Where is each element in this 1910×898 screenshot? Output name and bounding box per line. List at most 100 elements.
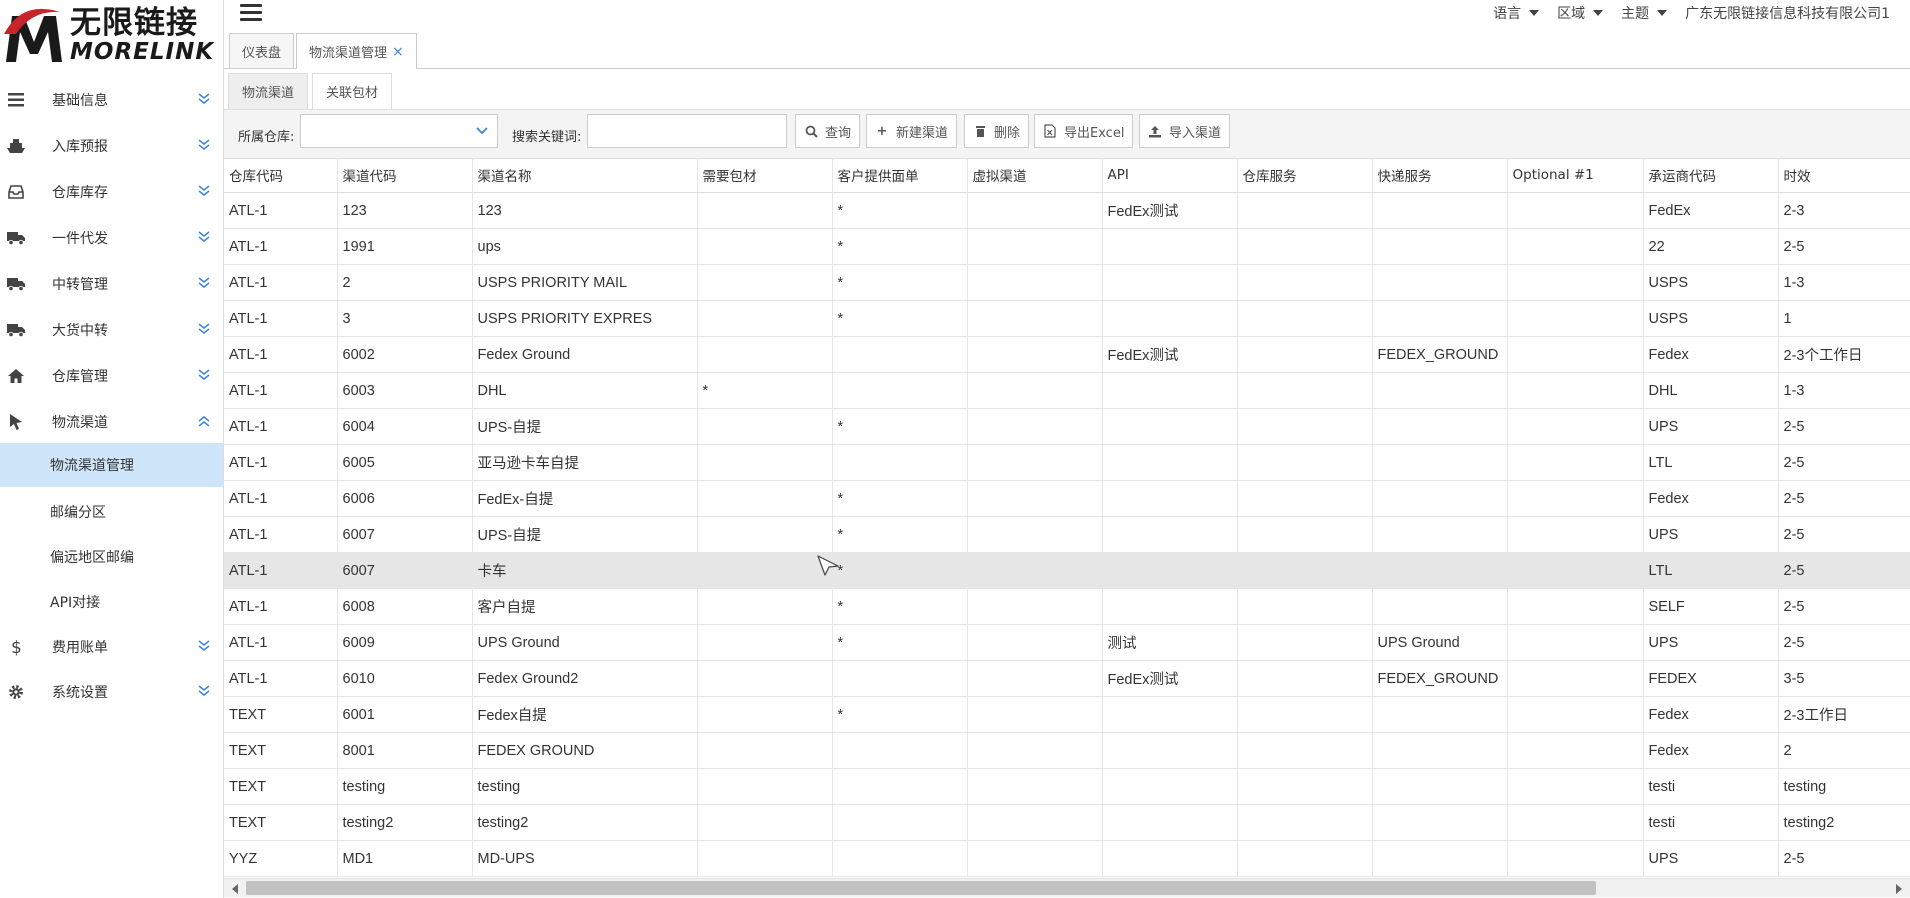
scroll-right-arrow-icon[interactable] xyxy=(1896,884,1902,894)
column-header[interactable]: 渠道名称 xyxy=(472,158,698,193)
table-cell xyxy=(697,624,833,661)
column-header[interactable]: 快递服务 xyxy=(1372,158,1508,193)
table-cell: FedEx测试 xyxy=(1102,192,1238,229)
table-cell xyxy=(1102,588,1238,625)
column-header[interactable]: 客户提供面单 xyxy=(832,158,968,193)
table-row[interactable]: ATL-1 3 USPS PRIORITY EXPRES * USPS 1 xyxy=(224,300,1910,337)
table-cell: Fedex xyxy=(1643,480,1779,517)
language-dropdown[interactable]: 语言 xyxy=(1493,3,1540,23)
table-cell xyxy=(967,660,1103,697)
table-row[interactable]: TEXT 6001 Fedex自提 * Fedex 2-3工作日 xyxy=(224,696,1910,733)
table-row[interactable]: ATL-1 6005 亚马逊卡车自提 LTL 2-5 xyxy=(224,444,1910,481)
column-header[interactable]: 渠道代码 xyxy=(337,158,473,193)
caret-down-icon xyxy=(1593,10,1604,16)
table-cell xyxy=(697,264,833,301)
warehouse-select[interactable] xyxy=(300,114,498,148)
table-cell xyxy=(1237,804,1373,841)
table-cell: 1 xyxy=(1778,300,1910,337)
table-row[interactable]: ATL-1 6004 UPS-自提 * UPS 2-5 xyxy=(224,408,1910,445)
sidebar-item-5[interactable]: 中转管理 xyxy=(0,261,223,307)
table-cell xyxy=(1507,480,1644,517)
sidebar-subitem-2[interactable]: 邮编分区 xyxy=(0,490,223,534)
column-header[interactable]: 仓库服务 xyxy=(1237,158,1373,193)
table-row[interactable]: ATL-1 6006 FedEx-自提 * Fedex 2-5 xyxy=(224,480,1910,517)
sidebar-subitem-4[interactable]: API对接 xyxy=(0,580,223,624)
column-header[interactable]: Optional #1 xyxy=(1507,158,1644,193)
table-cell: DHL xyxy=(1643,372,1779,409)
sidebar-item-3[interactable]: 仓库库存 xyxy=(0,169,223,215)
column-header[interactable]: 虚拟渠道 xyxy=(967,158,1103,193)
table-cell: 6010 xyxy=(337,660,473,697)
table-cell: 3 xyxy=(337,300,473,337)
table-row[interactable]: ATL-1 6003 DHL * DHL 1-3 xyxy=(224,372,1910,409)
table-cell xyxy=(1102,408,1238,445)
table-row[interactable]: ATL-1 6007 UPS-自提 * UPS 2-5 xyxy=(224,516,1910,553)
delete-button[interactable]: 删除 xyxy=(964,114,1030,148)
import-channel-button[interactable]: 导入渠道 xyxy=(1139,114,1231,148)
table-row[interactable]: ATL-1 6010 Fedex Ground2 FedEx测试 FEDEX_GROUN… xyxy=(224,660,1910,697)
sidebar-item-9[interactable]: $ 费用账单 xyxy=(0,624,223,670)
table-row[interactable]: ATL-1 6009 UPS Ground * 测试 UPS Ground UPS 2-5 xyxy=(224,624,1910,661)
table-row[interactable]: ATL-1 6008 客户自提 * SELF 2-5 xyxy=(224,588,1910,625)
table-row[interactable]: TEXT testing testing testi testing xyxy=(224,768,1910,805)
table-row[interactable]: TEXT testing2 testing2 testi testing2 xyxy=(224,804,1910,841)
company-name[interactable]: 广东无限链接信息科技有限公司1 xyxy=(1685,3,1890,23)
sidebar-item-1[interactable]: 基础信息 xyxy=(0,77,223,123)
table-cell: 2-3工作日 xyxy=(1778,696,1910,733)
table-cell: * xyxy=(832,264,968,301)
tab-logistics-channel[interactable]: 物流渠道 xyxy=(228,73,309,109)
table-cell xyxy=(1102,300,1238,337)
keyword-input[interactable] xyxy=(587,114,787,148)
svg-text:$: $ xyxy=(11,638,22,656)
caret-down-icon xyxy=(1529,10,1540,16)
column-header[interactable]: API xyxy=(1102,158,1238,193)
table-cell xyxy=(1237,480,1373,517)
tab-channel-management[interactable]: 物流渠道管理 × xyxy=(296,33,417,69)
column-header[interactable]: 承运商代码 xyxy=(1643,158,1779,193)
column-header[interactable]: 需要包材 xyxy=(697,158,833,193)
sidebar-subitem-3[interactable]: 偏远地区邮编 xyxy=(0,535,223,579)
horizontal-scrollbar[interactable] xyxy=(224,878,1910,897)
sidebar-subitem-1[interactable]: 物流渠道管理 xyxy=(0,443,223,487)
table-cell xyxy=(1237,768,1373,805)
tab-related-packaging[interactable]: 关联包材 xyxy=(312,73,393,109)
column-header[interactable]: 仓库代码 xyxy=(224,158,338,193)
new-channel-button[interactable]: + 新建渠道 xyxy=(866,114,958,148)
tab-dashboard[interactable]: 仪表盘 xyxy=(229,33,295,68)
export-excel-button[interactable]: 导出Excel xyxy=(1034,114,1134,148)
theme-dropdown[interactable]: 主题 xyxy=(1621,3,1668,23)
chevron-double-down-icon xyxy=(197,638,213,656)
sidebar-item-7[interactable]: 仓库管理 xyxy=(0,353,223,399)
table-cell: * xyxy=(832,516,968,553)
close-icon[interactable]: × xyxy=(392,44,404,60)
table-row[interactable]: TEXT 8001 FEDEX GROUND Fedex 2 xyxy=(224,732,1910,769)
table-row[interactable]: ATL-1 123 123 * FedEx测试 FedEx 2-3 xyxy=(224,192,1910,229)
upload-icon xyxy=(1148,124,1162,138)
hamburger-menu-icon[interactable] xyxy=(240,4,262,22)
sidebar-item-8[interactable]: 物流渠道 xyxy=(0,399,223,445)
table-row[interactable]: ATL-1 1991 ups * 22 2-5 xyxy=(224,228,1910,265)
table-cell xyxy=(967,444,1103,481)
sidebar-item-2[interactable]: 入库预报 xyxy=(0,123,223,169)
table-row[interactable]: ATL-1 6007 卡车 * LTL 2-5 xyxy=(224,552,1910,589)
table-cell xyxy=(967,732,1103,769)
sidebar-item-4[interactable]: 一件代发 xyxy=(0,215,223,261)
sidebar-item-6[interactable]: 大货中转 xyxy=(0,307,223,353)
table-cell xyxy=(1237,444,1373,481)
chevron-double-down-icon xyxy=(197,183,213,201)
scroll-left-arrow-icon[interactable] xyxy=(232,884,238,894)
column-header[interactable]: 时效 xyxy=(1778,158,1910,193)
query-button[interactable]: 查询 xyxy=(795,114,861,148)
table-cell xyxy=(1237,516,1373,553)
scrollbar-thumb[interactable] xyxy=(246,881,1596,895)
table-cell: USPS xyxy=(1643,264,1779,301)
table-row[interactable]: ATL-1 6002 Fedex Ground FedEx测试 FEDEX_GROUND… xyxy=(224,336,1910,373)
table-row[interactable]: YYZ MD1 MD-UPS UPS 2-5 xyxy=(224,840,1910,877)
table-cell: * xyxy=(832,300,968,337)
table-cell xyxy=(1237,228,1373,265)
table-cell: 6006 xyxy=(337,480,473,517)
sidebar-item-10[interactable]: 系统设置 xyxy=(0,669,223,715)
table-row[interactable]: ATL-1 2 USPS PRIORITY MAIL * USPS 1-3 xyxy=(224,264,1910,301)
region-dropdown[interactable]: 区域 xyxy=(1557,3,1604,23)
sidebar-item-label: 仓库管理 xyxy=(52,369,108,385)
